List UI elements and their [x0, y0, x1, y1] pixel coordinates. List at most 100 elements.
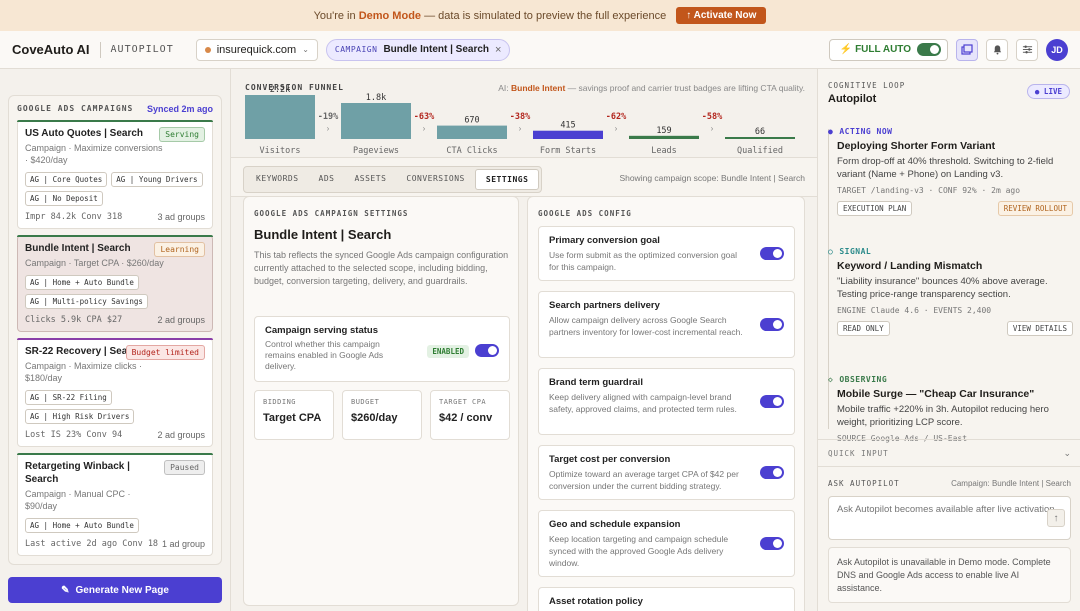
- ad-group-tag[interactable]: AG | No Deposit: [25, 191, 103, 206]
- generate-new-page-button[interactable]: ✎ Generate New Page: [8, 577, 222, 603]
- activate-now-button[interactable]: ↑ Activate Now: [676, 7, 767, 24]
- chevron-right-icon: ›: [615, 124, 618, 133]
- chip-campaign-name: Bundle Intent | Search: [383, 44, 490, 55]
- campaign-name: Retargeting Winback | Search: [25, 461, 130, 485]
- funnel-value-label: 415: [560, 121, 575, 131]
- campaign-scope-chip[interactable]: CAMPAIGN Bundle Intent | Search ×: [325, 38, 511, 61]
- funnel-category-label: CTA Clicks: [446, 146, 497, 156]
- ad-group-tag[interactable]: AG | Home + Auto Bundle: [25, 518, 139, 533]
- chevron-right-icon: ›: [327, 124, 330, 133]
- config-title: Primary conversion goal: [549, 235, 660, 246]
- ad-group-tag[interactable]: AG | Home + Auto Bundle: [25, 275, 139, 290]
- close-icon[interactable]: ×: [495, 44, 501, 56]
- event-action-left[interactable]: EXECUTION PLAN: [837, 201, 913, 216]
- funnel-category-label: Leads: [651, 146, 677, 156]
- ad-group-tag[interactable]: AG | SR-22 Filing: [25, 390, 112, 405]
- status-marker-icon: ○: [828, 247, 834, 256]
- funnel-category-label: Form Starts: [540, 146, 596, 156]
- ad-group-tag[interactable]: AG | Core Quotes: [25, 172, 108, 187]
- ad-group-tags: AG | Core Quotes AG | Young Drivers AG | N…: [25, 172, 205, 206]
- config-item: Brand term guardrail Keep delivery aligne…: [538, 368, 795, 435]
- config-title: Target cost per conversion: [549, 454, 671, 465]
- kpi-label: BUDGET: [351, 398, 380, 406]
- ad-group-tag[interactable]: AG | Young Drivers: [111, 172, 203, 187]
- sync-status: Synced 2m ago: [146, 104, 213, 114]
- status-label: ACTING NOW: [839, 127, 893, 136]
- ad-group-tag[interactable]: AG | High Risk Drivers: [25, 409, 135, 424]
- full-auto-switch[interactable]: [917, 43, 941, 56]
- ad-group-tag[interactable]: AG | Multi-policy Savings: [25, 294, 148, 309]
- chevron-right-icon: ›: [711, 124, 714, 133]
- campaign-card[interactable]: SR-22 Recovery | Search Budget limited Cam…: [17, 338, 213, 447]
- campaign-metrics: Last active 2d ago Conv 18: [25, 539, 159, 549]
- event-action-right[interactable]: REVIEW ROLLOUT: [997, 201, 1073, 216]
- divider: [99, 41, 101, 58]
- status-badge: Budget limited: [125, 345, 205, 360]
- campaign-card[interactable]: US Auto Quotes | Search Serving Campaign ·…: [17, 120, 213, 229]
- bell-icon[interactable]: [986, 38, 1008, 61]
- status-bar: [17, 338, 213, 340]
- send-arrow-icon[interactable]: ↑: [1047, 509, 1065, 527]
- campaign-metrics: Impr 84.2k Conv 318: [25, 212, 123, 222]
- event-status: ◇ OBSERVING: [828, 375, 1073, 384]
- tab-ads[interactable]: ADS: [309, 169, 345, 190]
- kpi-label: TARGET CPA: [439, 398, 487, 406]
- status-badge: Learning: [154, 242, 205, 257]
- funnel-bar: [341, 103, 411, 139]
- sliders-icon[interactable]: [1016, 38, 1038, 61]
- funnel-value-label: 2.2k: [270, 85, 290, 95]
- funnel-category-label: Qualified: [737, 146, 783, 156]
- tab-keywords[interactable]: KEYWORDS: [246, 169, 309, 190]
- tab-settings[interactable]: SETTINGS: [474, 169, 540, 190]
- status-marker-icon: ●: [828, 127, 834, 136]
- brand-subtitle: AUTOPILOT: [110, 44, 174, 55]
- gallery-icon[interactable]: [956, 38, 978, 61]
- config-toggle[interactable]: [760, 246, 784, 260]
- config-description: Keep location targeting and campaign sch…: [549, 534, 729, 568]
- domain-select[interactable]: insurequick.com ⌄: [195, 38, 318, 61]
- config-item: Target cost per conversion Optimize towar…: [538, 445, 795, 500]
- campaigns-title: GOOGLE ADS CAMPAIGNS: [17, 104, 134, 113]
- left-sidebar: GOOGLE ADS CAMPAIGNS Synced 2m ago US Au…: [0, 69, 231, 611]
- funnel-bar: [533, 130, 603, 139]
- funnel-category-label: Pageviews: [353, 146, 399, 156]
- settings-section-label: GOOGLE ADS CAMPAIGN SETTINGS: [254, 209, 409, 218]
- config-toggle[interactable]: [760, 394, 784, 408]
- user-avatar[interactable]: JD: [1046, 38, 1068, 61]
- kpi-card: BUDGET $260/day: [342, 390, 422, 440]
- config-item: Geo and schedule expansion Keep location …: [538, 510, 795, 577]
- config-toggle[interactable]: [760, 465, 784, 479]
- funnel-value-label: 159: [656, 126, 671, 136]
- campaign-card[interactable]: Bundle Intent | Search Learning Campaign ·…: [17, 235, 213, 332]
- generate-label: Generate New Page: [75, 584, 169, 596]
- banner-text: You're in Demo Mode — data is simulated …: [313, 9, 667, 22]
- funnel-drop-label: -63%: [414, 112, 435, 122]
- campaign-footer: Impr 84.2k Conv 318 3 ad groups: [25, 212, 205, 222]
- status-badge: Serving: [159, 127, 205, 142]
- serving-toggle[interactable]: [475, 344, 499, 357]
- config-toggle[interactable]: [760, 317, 784, 331]
- kpi-card: BIDDING Target CPA: [254, 390, 334, 440]
- serving-description: Control whether this campaign remains en…: [265, 339, 384, 371]
- ask-autopilot-input[interactable]: [828, 496, 1071, 540]
- campaign-settings-panel: GOOGLE ADS CAMPAIGN SETTINGS Bundle Inte…: [243, 196, 519, 606]
- event-action-left[interactable]: READ ONLY: [837, 321, 890, 336]
- config-title: Brand term guardrail: [549, 377, 643, 388]
- kpi-value: $260/day: [351, 412, 398, 424]
- config-toggle[interactable]: [760, 536, 784, 550]
- campaign-card[interactable]: Retargeting Winback | Search Paused Campai…: [17, 453, 213, 556]
- tab-conversions[interactable]: CONVERSIONS: [396, 169, 474, 190]
- scope-note: Showing campaign scope: Bundle Intent | …: [619, 173, 805, 183]
- ad-group-count: 2 ad groups: [157, 430, 205, 440]
- campaign-meta: Campaign · Manual CPC · $90/day: [25, 489, 131, 511]
- tab-assets[interactable]: ASSETS: [344, 169, 396, 190]
- funnel-bar: [725, 137, 795, 139]
- event-meta: ENGINE Claude 4.6 · EVENTS 2,400: [837, 306, 992, 315]
- status-dot-icon: [204, 46, 211, 53]
- quick-input-toggle[interactable]: QUICK INPUT ⌄: [818, 439, 1080, 467]
- brand-logo: CoveAuto AI: [12, 42, 90, 57]
- full-auto-toggle[interactable]: ⚡ FULL AUTO: [828, 38, 948, 61]
- funnel-drop-label: -58%: [702, 112, 723, 122]
- event-action-right[interactable]: VIEW DETAILS: [1006, 321, 1073, 336]
- ad-group-tags: AG | Home + Auto Bundle: [25, 518, 205, 533]
